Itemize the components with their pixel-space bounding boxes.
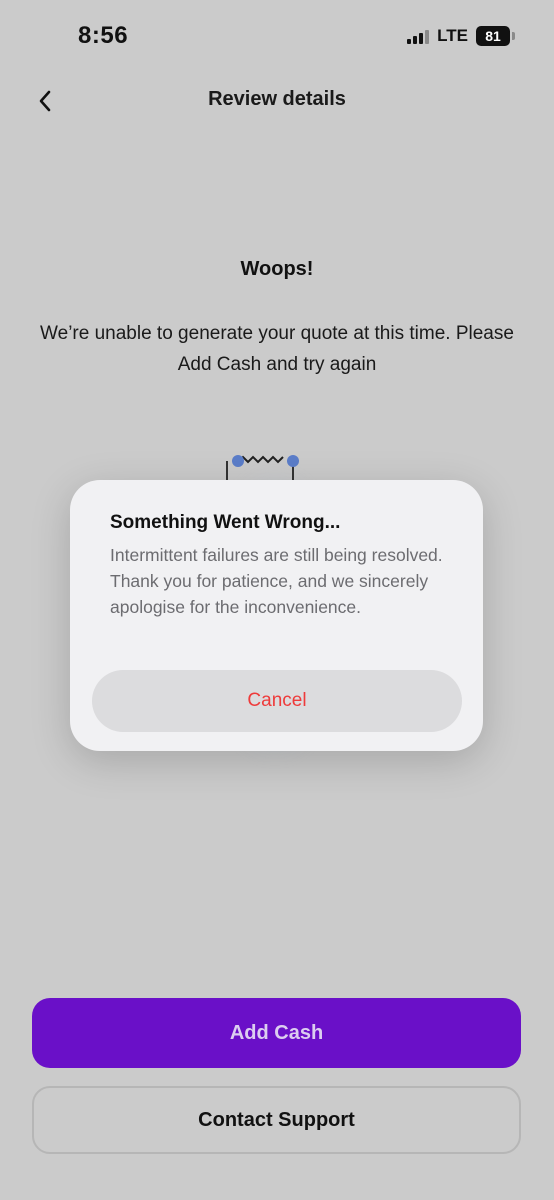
- add-cash-button[interactable]: Add Cash: [32, 998, 521, 1068]
- battery-icon: 81: [476, 26, 515, 46]
- network-type: LTE: [437, 26, 468, 45]
- cancel-button[interactable]: Cancel: [92, 670, 462, 732]
- status-time: 8:56: [78, 22, 129, 49]
- contact-support-button[interactable]: Contact Support: [32, 1086, 521, 1154]
- page-title: Review details: [208, 88, 346, 110]
- nav-bar: Review details: [0, 76, 554, 126]
- error-message: We’re unable to generate your quote at t…: [40, 323, 514, 375]
- broken-connection-icon: [226, 455, 299, 480]
- dialog-body: Intermittent failures are still being re…: [110, 545, 443, 617]
- battery-level: 81: [485, 28, 501, 44]
- status-bar: 8:56 LTE 81: [0, 0, 554, 76]
- signal-icon: [407, 28, 430, 44]
- error-dialog: Something Went Wrong... Intermittent fai…: [70, 480, 483, 751]
- status-indicators: LTE 81: [407, 26, 515, 46]
- dialog-title: Something Went Wrong...: [110, 512, 341, 533]
- error-heading: Woops!: [240, 258, 314, 280]
